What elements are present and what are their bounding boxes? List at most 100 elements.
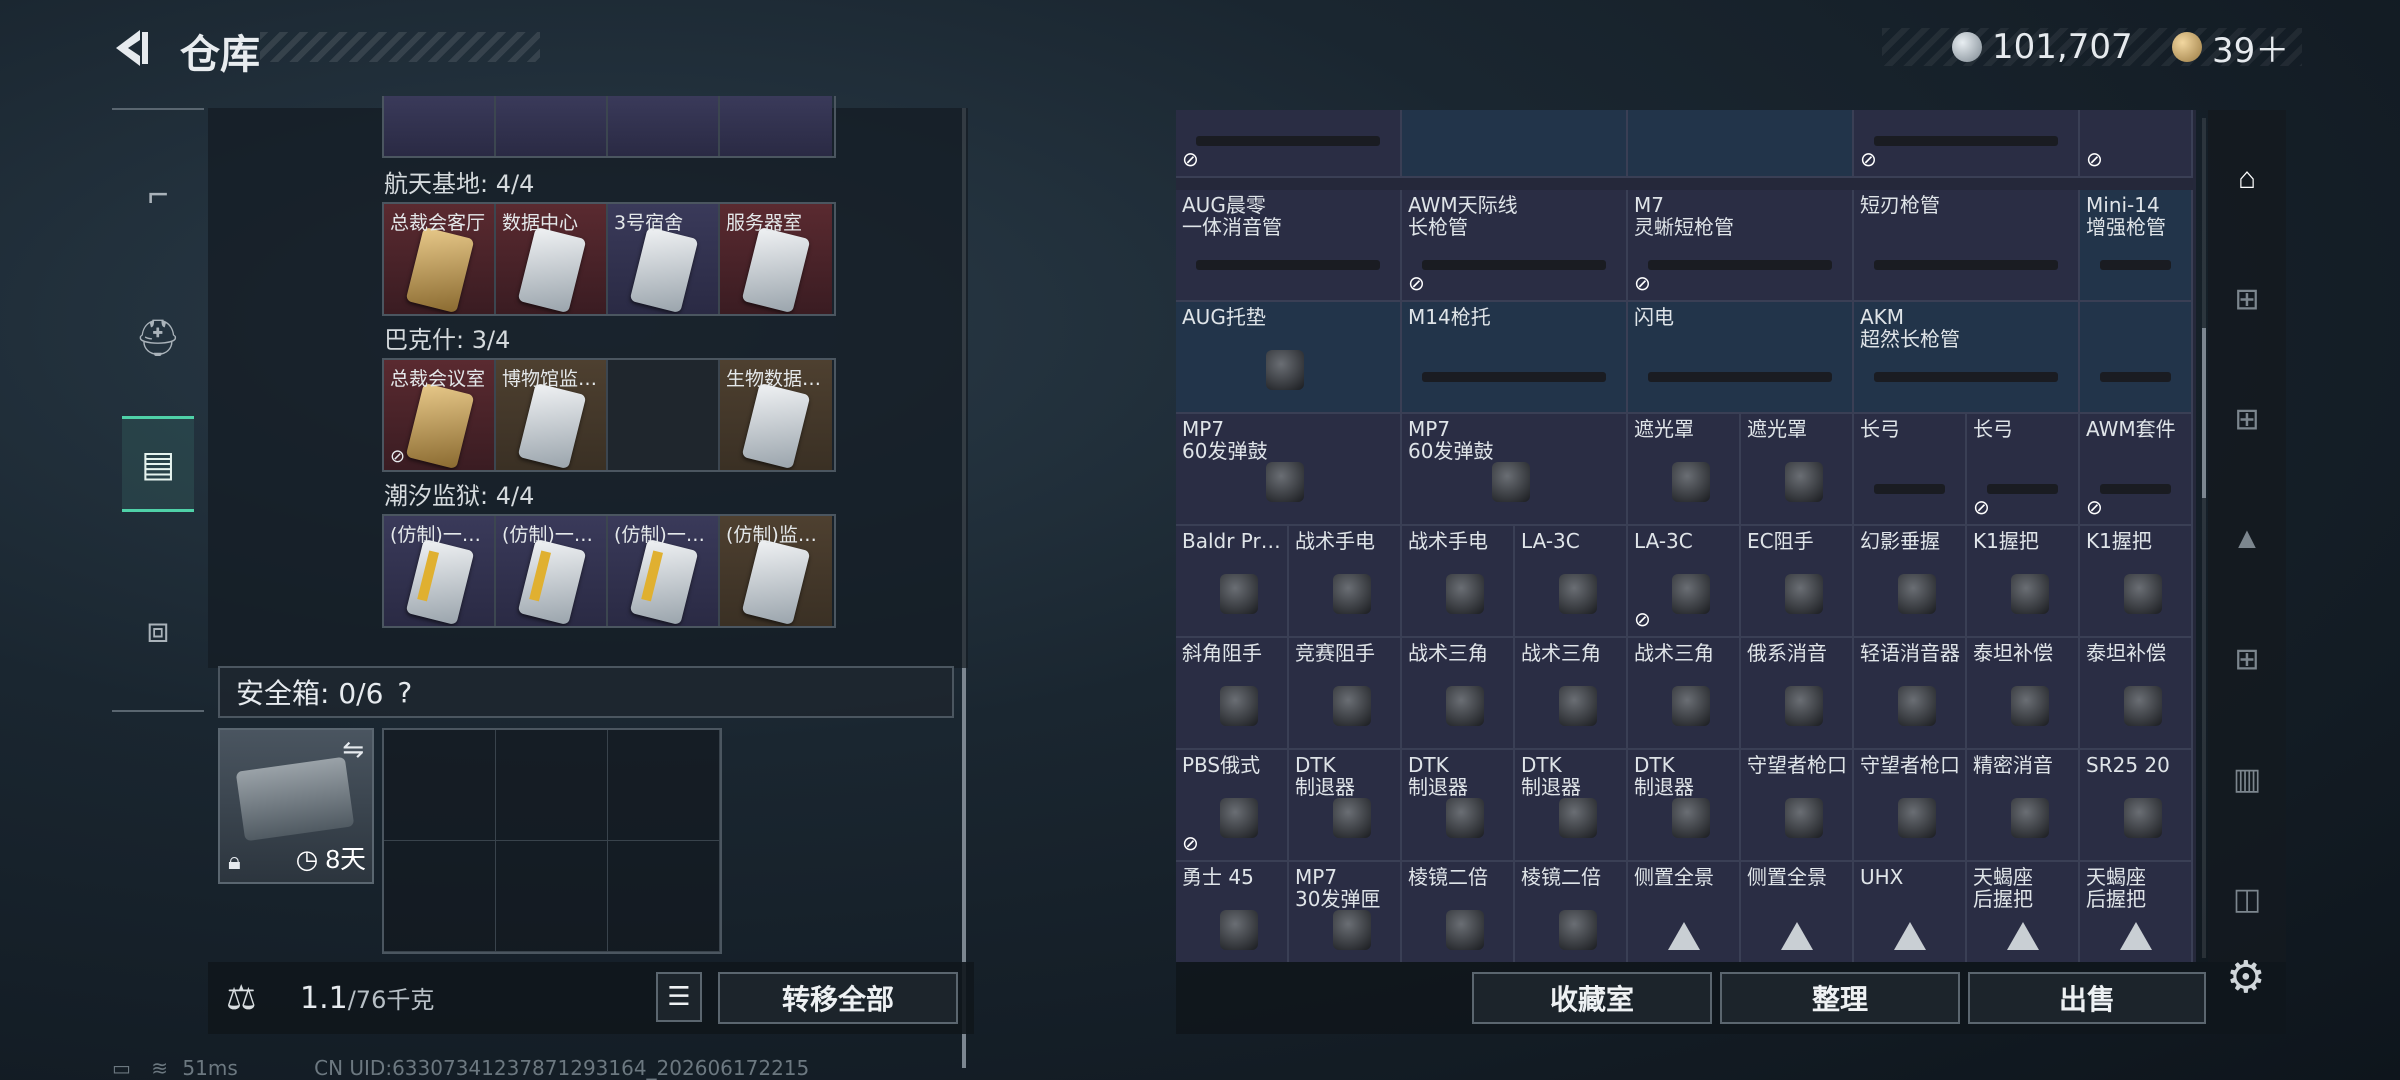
- transfer-all-button[interactable]: 转移全部: [718, 972, 958, 1024]
- weapons-tab[interactable]: ⌐: [122, 146, 194, 242]
- stash-page-button[interactable]: ◫: [2218, 870, 2276, 928]
- inventory-item[interactable]: Baldr Pr…: [1176, 526, 1289, 638]
- keycard-slot[interactable]: 生物数据…: [720, 360, 832, 470]
- inventory-item[interactable]: 斜角阻手: [1176, 638, 1289, 750]
- inventory-item[interactable]: M7 灵蜥短枪管 ⊘: [1628, 190, 1854, 302]
- inventory-item[interactable]: 长弓: [1854, 414, 1967, 526]
- keycard-slot[interactable]: 总裁会议室 ⊘: [384, 360, 496, 470]
- inventory-item[interactable]: SR25 20: [2080, 750, 2193, 862]
- inventory-item[interactable]: 短刃枪管: [1854, 190, 2080, 302]
- inventory-item[interactable]: 侧置全景: [1741, 862, 1854, 962]
- inventory-item[interactable]: LA-3C: [1515, 526, 1628, 638]
- stash-page-button[interactable]: ▲: [2218, 510, 2276, 568]
- inventory-item[interactable]: 战术手电: [1289, 526, 1402, 638]
- inventory-item[interactable]: 竞赛阻手: [1289, 638, 1402, 750]
- keycard-slot[interactable]: (仿制)一…: [608, 516, 720, 626]
- inventory-item[interactable]: DTK 制退器: [1515, 750, 1628, 862]
- left-scrollbar[interactable]: [962, 108, 966, 1068]
- inventory-item[interactable]: 轻语消音器: [1854, 638, 1967, 750]
- safebox-slot[interactable]: [496, 730, 608, 841]
- inventory-item[interactable]: 勇士 45: [1176, 862, 1289, 962]
- inventory-item[interactable]: MP7 30发弹匣: [1289, 862, 1402, 962]
- backpack-tab[interactable]: ⛑: [122, 290, 194, 386]
- inventory-item[interactable]: AKM 超然长枪管: [1854, 302, 2080, 414]
- inventory-item[interactable]: K1握把: [2080, 526, 2193, 638]
- inventory-item[interactable]: ⊘: [2080, 110, 2193, 178]
- inventory-item[interactable]: ⊘: [1854, 110, 2080, 178]
- inventory-item[interactable]: DTK 制退器: [1289, 750, 1402, 862]
- inventory-item[interactable]: 长弓 ⊘: [1967, 414, 2080, 526]
- inventory-item[interactable]: 遮光罩: [1741, 414, 1854, 526]
- keycard-slot[interactable]: 3号宿舍: [608, 204, 720, 314]
- inventory-item[interactable]: 泰坦补偿: [1967, 638, 2080, 750]
- inventory-item[interactable]: [1402, 110, 1628, 178]
- inventory-item[interactable]: 闪电: [1628, 302, 1854, 414]
- inventory-item[interactable]: 精密消音: [1967, 750, 2080, 862]
- inventory-item[interactable]: 俄系消音: [1741, 638, 1854, 750]
- inventory-item[interactable]: K1握把: [1967, 526, 2080, 638]
- sort-button[interactable]: 整理: [1720, 972, 1960, 1024]
- keycard-slot[interactable]: [496, 96, 608, 156]
- keycard-slot[interactable]: 总裁会客厅: [384, 204, 496, 314]
- toolbox-tab[interactable]: ⧈: [122, 582, 194, 678]
- keycard-slot[interactable]: 服务器室: [720, 204, 832, 314]
- inventory-item[interactable]: DTK 制退器: [1628, 750, 1741, 862]
- inventory-item[interactable]: 守望者枪口: [1741, 750, 1854, 862]
- inventory-scrollbar[interactable]: [2202, 118, 2206, 958]
- stash-page-button[interactable]: ⌂: [2218, 150, 2276, 208]
- inventory-item[interactable]: 遮光罩: [1628, 414, 1741, 526]
- inventory-item[interactable]: 守望者枪口: [1854, 750, 1967, 862]
- inventory-item[interactable]: AWM套件 ⊘: [2080, 414, 2193, 526]
- inventory-item[interactable]: LA-3C ⊘: [1628, 526, 1741, 638]
- inventory-item[interactable]: AUG晨零 一体消音管: [1176, 190, 1402, 302]
- inventory-item[interactable]: 泰坦补偿: [2080, 638, 2193, 750]
- inventory-item[interactable]: Mini-14 增强枪管: [2080, 190, 2193, 302]
- inventory-item[interactable]: MP7 60发弹鼓: [1402, 414, 1628, 526]
- keycard-slot[interactable]: (仿制)监…: [720, 516, 832, 626]
- inventory-item[interactable]: EC阻手: [1741, 526, 1854, 638]
- help-icon[interactable]: ?: [397, 676, 412, 709]
- keycard-tab[interactable]: ▤: [122, 416, 194, 512]
- inventory-item[interactable]: 幻影垂握: [1854, 526, 1967, 638]
- safebox-slot[interactable]: [608, 730, 720, 841]
- inventory-item[interactable]: 战术手电: [1402, 526, 1515, 638]
- keycard-slot[interactable]: (仿制)一…: [496, 516, 608, 626]
- inventory-item[interactable]: UHX: [1854, 862, 1967, 962]
- back-arrow-icon[interactable]: [110, 26, 154, 70]
- inventory-item[interactable]: 棱镜二倍: [1515, 862, 1628, 962]
- keycard-slot[interactable]: 博物馆监…: [496, 360, 608, 470]
- safebox-slot[interactable]: [384, 841, 496, 952]
- inventory-item[interactable]: 天蝎座 后握把: [2080, 862, 2193, 962]
- list-view-button[interactable]: ☰: [656, 972, 702, 1022]
- inventory-item[interactable]: AWM天际线 长枪管 ⊘: [1402, 190, 1628, 302]
- keycard-slot[interactable]: [608, 96, 720, 156]
- inventory-item[interactable]: PBS俄式 ⊘: [1176, 750, 1289, 862]
- stash-page-button[interactable]: ⊞: [2218, 390, 2276, 448]
- inventory-item[interactable]: M14枪托: [1402, 302, 1628, 414]
- inventory-item[interactable]: 天蝎座 后握把: [1967, 862, 2080, 962]
- sell-button[interactable]: 出售: [1968, 972, 2206, 1024]
- safebox-slot[interactable]: [608, 841, 720, 952]
- safebox-slot[interactable]: [384, 730, 496, 841]
- inventory-item[interactable]: 棱镜二倍: [1402, 862, 1515, 962]
- inventory-item[interactable]: 战术三角: [1628, 638, 1741, 750]
- settings-gear-icon[interactable]: ⚙: [2226, 952, 2265, 1003]
- collection-room-button[interactable]: 收藏室: [1472, 972, 1712, 1024]
- inventory-item[interactable]: MP7 60发弹鼓: [1176, 414, 1402, 526]
- stash-page-button[interactable]: ⊞: [2218, 630, 2276, 688]
- inventory-item[interactable]: ⊘: [1176, 110, 1402, 178]
- safebox-slot[interactable]: [496, 841, 608, 952]
- stash-page-button[interactable]: ⊞: [2218, 270, 2276, 328]
- keycard-slot[interactable]: [608, 360, 720, 470]
- safebox-item[interactable]: ⇋ 🔒︎ ◷ 8天: [218, 728, 374, 884]
- inventory-item[interactable]: [2080, 302, 2193, 414]
- gold-currency[interactable]: 39＋: [2172, 28, 2289, 71]
- inventory-item[interactable]: AUG托垫: [1176, 302, 1402, 414]
- keycard-slot[interactable]: (仿制)一…: [384, 516, 496, 626]
- keycard-slot[interactable]: [720, 96, 832, 156]
- inventory-item[interactable]: 侧置全景: [1628, 862, 1741, 962]
- inventory-item[interactable]: 战术三角: [1402, 638, 1515, 750]
- inventory-item[interactable]: [1628, 110, 1854, 178]
- keycard-slot[interactable]: 数据中心: [496, 204, 608, 314]
- stash-page-button[interactable]: ▥: [2218, 750, 2276, 808]
